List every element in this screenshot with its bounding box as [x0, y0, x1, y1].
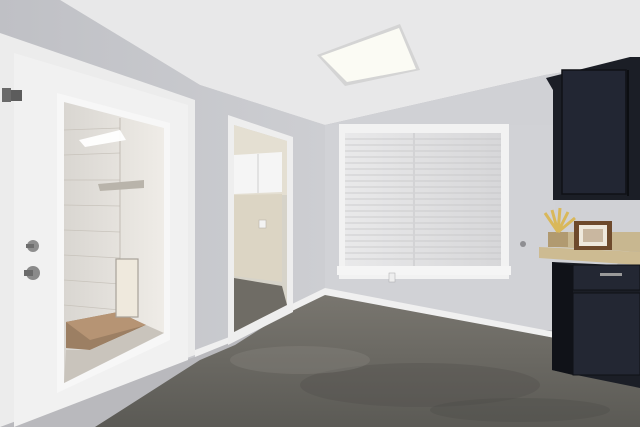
picture-frame [574, 221, 612, 250]
floor-stain [430, 398, 610, 422]
glass-reflection-sign [115, 258, 139, 318]
room-photo [0, 0, 640, 427]
wall-outlet [388, 272, 396, 283]
cabinet-side-shadow [552, 262, 573, 375]
floor-stain [230, 346, 370, 374]
wall-jack [520, 241, 526, 247]
hall-lower-wall [234, 194, 282, 282]
drawer [572, 264, 640, 291]
upper-cabinet-door [561, 69, 627, 195]
drawer-pull [600, 273, 622, 276]
window-sill [337, 266, 511, 275]
blind-slats [345, 138, 501, 260]
lower-cabinet-door [572, 292, 640, 376]
hall-outlet [258, 219, 267, 229]
door-hinge-icon [2, 88, 22, 102]
